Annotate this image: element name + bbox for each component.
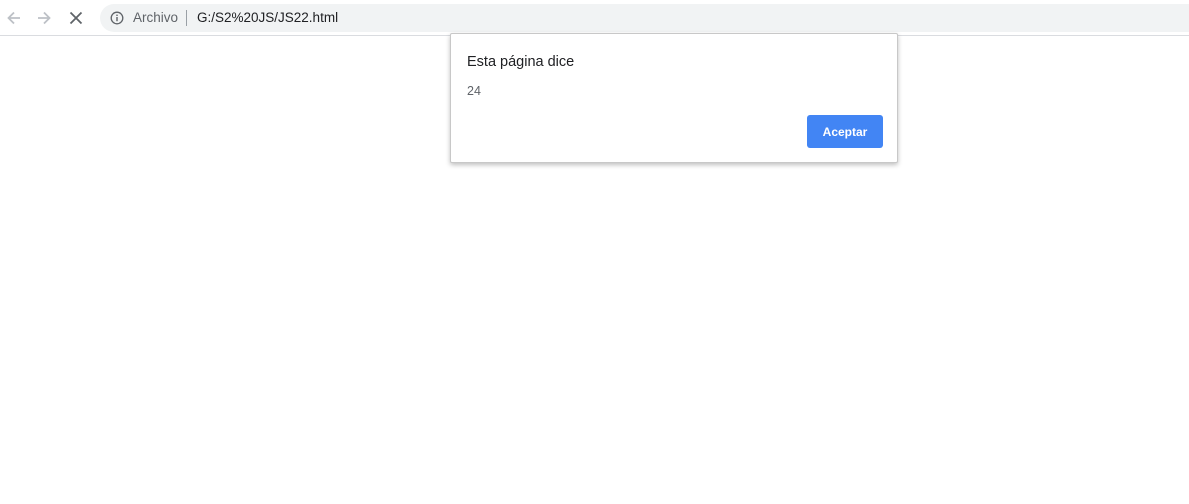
back-button[interactable] (1, 5, 27, 31)
url-text[interactable]: G:/S2%20JS/JS22.html (197, 10, 338, 26)
url-separator (186, 10, 187, 26)
scheme-label: Archivo (133, 10, 179, 25)
stop-loading-button[interactable] (63, 5, 89, 31)
accept-button[interactable]: Aceptar (807, 115, 883, 148)
arrow-left-icon (7, 11, 20, 25)
browser-toolbar: Archivo G:/S2%20JS/JS22.html (0, 0, 1189, 36)
close-icon (69, 11, 83, 25)
arrow-right-icon (38, 11, 51, 25)
address-bar[interactable]: Archivo G:/S2%20JS/JS22.html (100, 4, 1189, 32)
dialog-message: 24 (467, 84, 481, 98)
dialog-title: Esta página dice (467, 54, 575, 70)
info-icon[interactable] (110, 11, 124, 25)
forward-button[interactable] (31, 5, 57, 31)
alert-dialog: Esta página dice 24 Aceptar (450, 33, 898, 163)
